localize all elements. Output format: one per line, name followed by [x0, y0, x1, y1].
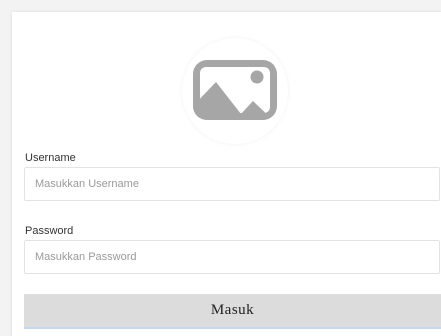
logo-container: [182, 38, 288, 144]
login-card: Username Password Masuk: [12, 12, 441, 336]
username-input[interactable]: [24, 167, 440, 201]
password-label: Password: [25, 225, 74, 237]
login-button[interactable]: Masuk: [24, 294, 441, 329]
password-input[interactable]: [24, 240, 440, 274]
username-label: Username: [25, 152, 76, 164]
